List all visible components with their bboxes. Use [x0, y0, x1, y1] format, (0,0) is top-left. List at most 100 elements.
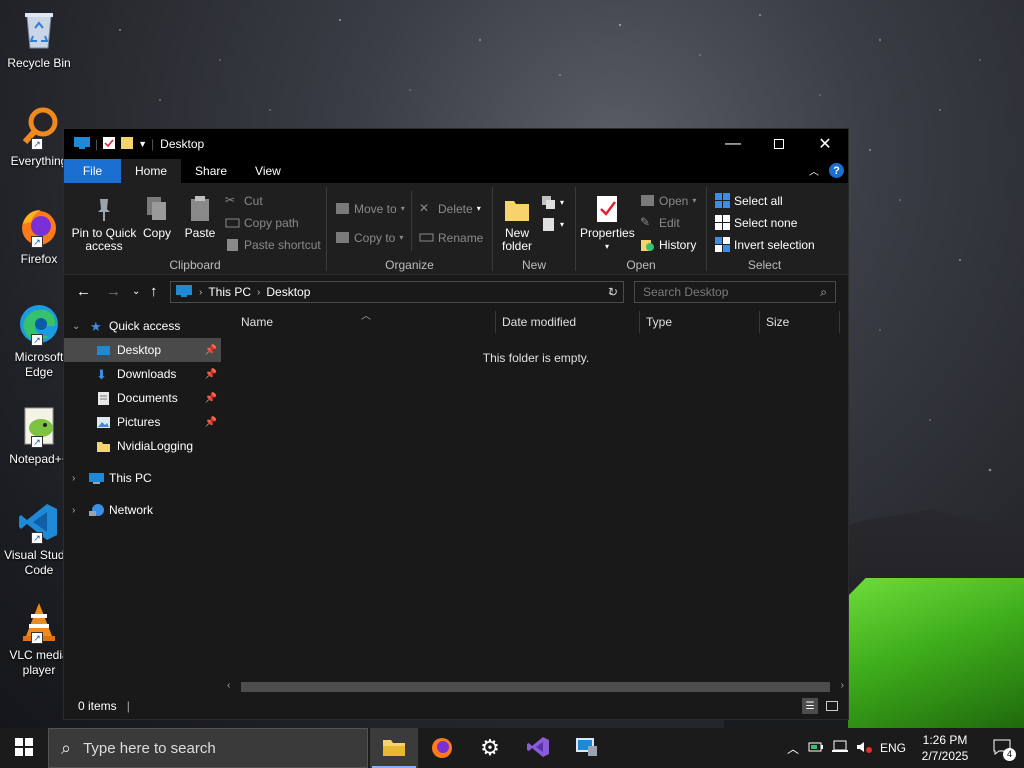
rename-button[interactable]: Rename: [419, 230, 483, 245]
close-icon: ✕: [818, 136, 832, 153]
search-placeholder: Search Desktop: [643, 285, 729, 299]
back-button[interactable]: ←: [76, 283, 91, 300]
open-button[interactable]: Open ▾: [640, 193, 696, 208]
new-item-icon: [541, 195, 556, 210]
copy-button[interactable]: Copy: [140, 193, 174, 240]
tab-home[interactable]: Home: [121, 159, 182, 183]
chevron-up-icon: ︿: [786, 741, 799, 756]
select-none-icon: [715, 215, 730, 230]
scroll-left-icon[interactable]: ‹: [227, 680, 230, 691]
new-item-button[interactable]: ▾: [541, 195, 564, 210]
easy-access-button[interactable]: ▾: [541, 217, 564, 232]
search-icon: ⌕: [820, 284, 827, 299]
clipboard-group: Pin to Quick access Copy Paste ✂ Cut Copy…: [64, 183, 326, 275]
start-button[interactable]: [0, 728, 48, 768]
tab-share[interactable]: Share: [181, 159, 241, 183]
properties-button[interactable]: Properties ▾: [580, 193, 635, 253]
firefox-icon: [430, 735, 454, 762]
column-header-type[interactable]: Type: [646, 315, 672, 329]
search-box[interactable]: Search Desktop ⌕: [634, 281, 836, 303]
nav-item-documents[interactable]: Documents 📌: [64, 386, 221, 410]
volume-muted-icon[interactable]: [852, 740, 876, 757]
title-bar[interactable]: | ▼ | Desktop — ✕: [64, 129, 848, 159]
column-header-name[interactable]: Name: [241, 315, 273, 329]
column-header-size[interactable]: Size: [766, 315, 789, 329]
nav-item-this-pc[interactable]: › This PC: [64, 466, 221, 490]
nav-item-desktop[interactable]: Desktop 📌: [64, 338, 221, 362]
notifications-button[interactable]: 4: [980, 728, 1024, 768]
clock[interactable]: 1:26 PM 2/7/2025: [910, 732, 980, 764]
nav-item-downloads[interactable]: ⬇ Downloads 📌: [64, 362, 221, 386]
refresh-icon: ↻: [607, 285, 619, 299]
copy-path-button[interactable]: Copy path: [225, 215, 299, 230]
pin-to-quick-access-button[interactable]: Pin to Quick access: [68, 193, 140, 253]
organize-group-label: Organize: [385, 258, 434, 272]
details-view-button[interactable]: ☰: [802, 698, 818, 714]
breadcrumb-this-pc[interactable]: This PC: [208, 285, 251, 299]
invert-selection-icon: [715, 237, 730, 252]
taskbar-firefox[interactable]: [418, 728, 466, 768]
file-list[interactable]: ︿ Name Date modified Type Size This fold…: [221, 309, 848, 695]
taskbar-visual-studio[interactable]: [514, 728, 562, 768]
history-button[interactable]: History: [640, 237, 696, 252]
scrollbar-thumb[interactable]: [241, 682, 830, 692]
maximize-button[interactable]: [756, 129, 802, 159]
address-bar[interactable]: › This PC › Desktop ⌄: [170, 281, 624, 303]
up-button[interactable]: ↑: [150, 283, 158, 300]
network-status-icon[interactable]: [828, 740, 852, 757]
show-hidden-icons-button[interactable]: ︿: [782, 740, 804, 757]
tab-view[interactable]: View: [241, 159, 295, 183]
properties-quick-icon[interactable]: [102, 136, 116, 153]
clock-date: 2/7/2025: [921, 749, 969, 763]
input-language[interactable]: ENG: [876, 741, 910, 755]
battery-icon[interactable]: [804, 741, 828, 756]
new-folder-quick-icon[interactable]: [120, 136, 134, 153]
forward-button[interactable]: →: [106, 283, 121, 300]
nav-item-pictures[interactable]: Pictures 📌: [64, 410, 221, 434]
close-button[interactable]: ✕: [802, 129, 848, 159]
collapse-ribbon-icon[interactable]: ︿: [809, 163, 819, 178]
paste-button[interactable]: Paste: [182, 193, 218, 240]
nav-item-network[interactable]: › Network: [64, 498, 221, 522]
taskbar-file-explorer[interactable]: [370, 728, 418, 768]
folder-icon: [96, 439, 111, 454]
help-button[interactable]: ?: [829, 163, 844, 178]
breadcrumb-separator-icon: ›: [257, 286, 261, 298]
large-icons-view-button[interactable]: [824, 698, 840, 714]
breadcrumb-desktop[interactable]: Desktop: [266, 285, 310, 299]
desktop-icon-recycle-bin[interactable]: Recycle Bin: [0, 8, 78, 71]
select-group: Select all Select none Invert selection …: [707, 183, 822, 275]
delete-button[interactable]: ✕ Delete ▾: [419, 201, 481, 216]
cut-button[interactable]: ✂ Cut: [225, 193, 263, 208]
shortcut-arrow-icon: ↗: [31, 138, 43, 150]
delete-icon: ✕: [419, 201, 430, 215]
select-all-button[interactable]: Select all: [715, 193, 783, 208]
minimize-button[interactable]: —: [710, 129, 756, 159]
taskbar-search-box[interactable]: ⌕ Type here to search: [48, 728, 368, 768]
move-to-button[interactable]: Move to ▾: [335, 201, 405, 216]
desktop-icon-label: Recycle Bin: [7, 56, 71, 70]
history-icon: [640, 237, 655, 252]
tab-file[interactable]: File: [64, 159, 121, 183]
scroll-right-icon[interactable]: ›: [841, 680, 844, 691]
invert-selection-button[interactable]: Invert selection: [715, 237, 815, 252]
column-header-date-modified[interactable]: Date modified: [502, 315, 576, 329]
select-none-button[interactable]: Select none: [715, 215, 797, 230]
navigation-bar: ← → ⌄ ↑ › This PC › Desktop ⌄ ↻ Search D…: [64, 275, 848, 309]
shortcut-arrow-icon: ↗: [31, 532, 43, 544]
remote-desktop-icon: [574, 736, 598, 761]
edit-button[interactable]: ✎ Edit: [640, 215, 680, 230]
copy-to-button[interactable]: Copy to ▾: [335, 230, 403, 245]
quick-access-dropdown-icon[interactable]: ▼: [138, 139, 147, 149]
nav-item-nvidialogging[interactable]: NvidiaLogging: [64, 434, 221, 458]
paste-shortcut-button[interactable]: Paste shortcut: [225, 237, 321, 252]
refresh-button[interactable]: ↻: [602, 281, 624, 303]
nav-item-quick-access[interactable]: ⌄ ★ Quick access: [64, 314, 221, 338]
new-folder-button[interactable]: New folder: [497, 193, 537, 253]
recent-locations-button[interactable]: ⌄: [132, 286, 140, 297]
notepad-plus-plus-icon: ↗: [17, 404, 61, 448]
everything-icon: ↗: [17, 106, 61, 150]
pin-icon: 📌: [204, 344, 217, 356]
taskbar-settings[interactable]: ⚙: [466, 728, 514, 768]
taskbar-remote-app[interactable]: [562, 728, 610, 768]
